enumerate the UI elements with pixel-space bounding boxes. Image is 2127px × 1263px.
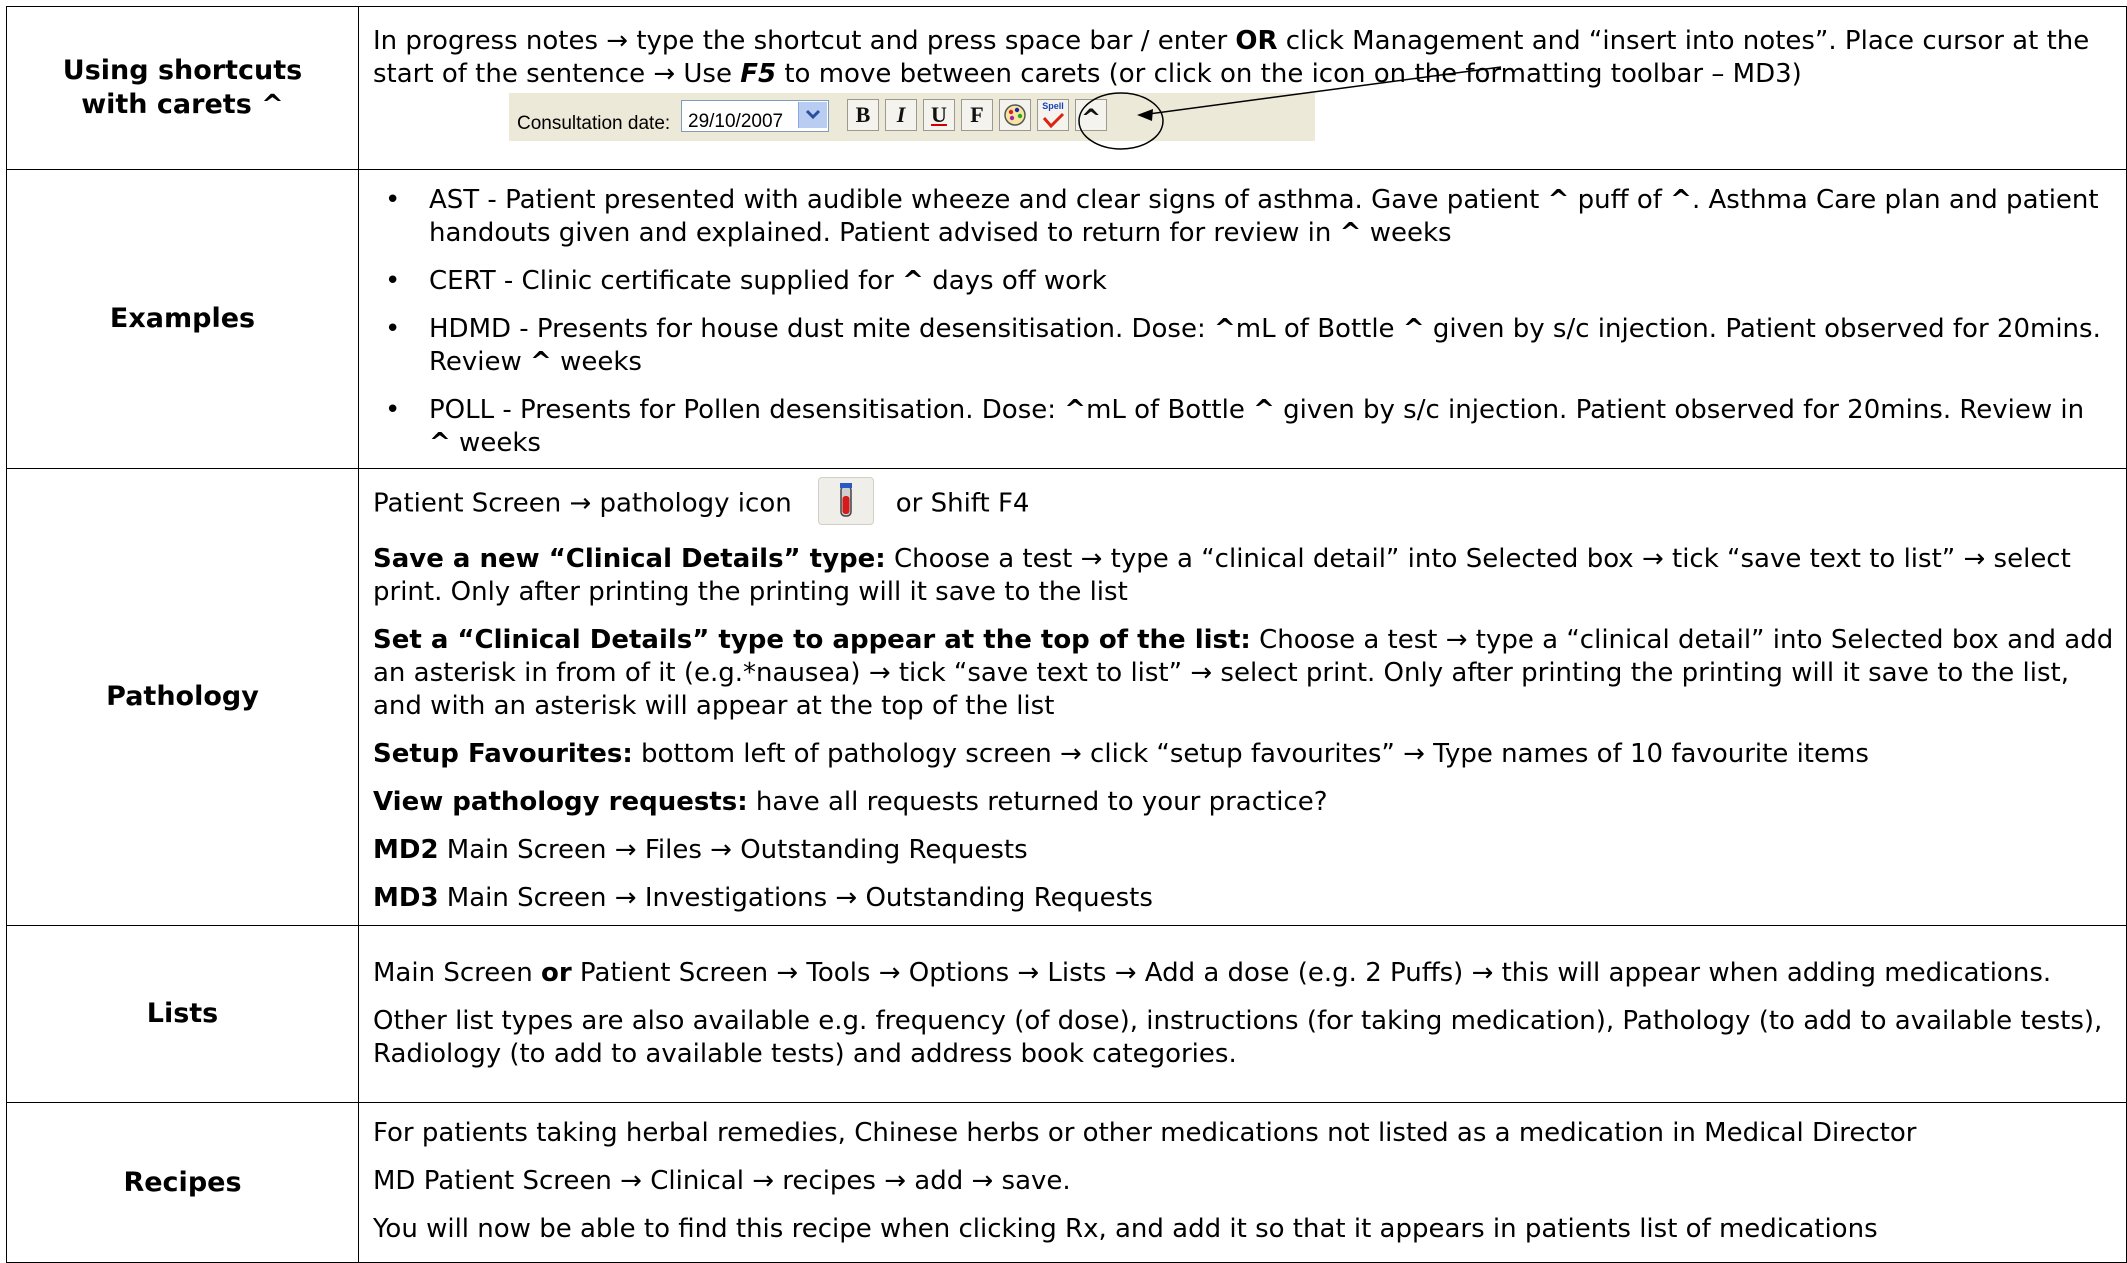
caret-symbol: ^ bbox=[1253, 395, 1275, 425]
label-line1: Using shortcuts bbox=[62, 55, 303, 86]
pathology-md2: MD2 Main Screen → Files → Outstanding Re… bbox=[373, 834, 2114, 867]
caret-symbol: ^ bbox=[530, 347, 552, 377]
pathology-intro: Patient Screen → pathology icon bbox=[373, 488, 792, 518]
example-text: mL of Bottle bbox=[1086, 395, 1254, 425]
caret-symbol: ^ bbox=[902, 266, 924, 296]
paragraph-text: Main Screen → Files → Outstanding Reques… bbox=[438, 834, 1028, 865]
caret-symbol: ^ bbox=[1547, 185, 1570, 215]
caret-symbol: ^ bbox=[1214, 314, 1236, 344]
pathology-shortcut: or Shift F4 bbox=[895, 488, 1030, 518]
caret-symbol: ^ bbox=[1670, 185, 1692, 215]
recipes-paragraph-3: You will now be able to find this recipe… bbox=[373, 1214, 1878, 1244]
example-text: POLL - Presents for Pollen desensitisati… bbox=[429, 395, 1065, 425]
row-recipes: Recipes For patients taking herbal remed… bbox=[6, 1102, 2127, 1263]
example-text: weeks bbox=[1361, 218, 1452, 248]
paragraph-text: Patient Screen → Tools → Options → Lists… bbox=[571, 958, 2052, 988]
carets-text-1: In progress notes → type the shortcut an… bbox=[373, 26, 1236, 56]
pathology-save-clinical-details: Save a new “Clinical Details” type: Choo… bbox=[373, 543, 2114, 609]
pathology-content: Patient Screen → pathology icon or Shift … bbox=[358, 468, 2127, 926]
formatting-toolbar-screenshot: Consultation date: 29/10/2007 B I U F Sp… bbox=[509, 66, 1502, 153]
row-lists: Lists Main Screen or Patient Screen → To… bbox=[6, 925, 2127, 1103]
recipes-paragraph-2: MD Patient Screen → Clinical → recipes →… bbox=[373, 1166, 1071, 1196]
example-text: CERT - Clinic certificate supplied for bbox=[429, 266, 903, 296]
example-text: weeks bbox=[551, 347, 642, 377]
paragraph-text: Main Screen → Investigations → Outstandi… bbox=[438, 882, 1153, 913]
lists-paragraph-1: Main Screen or Patient Screen → Tools → … bbox=[373, 957, 2114, 990]
pathology-md3: MD3 Main Screen → Investigations → Outst… bbox=[373, 882, 2114, 915]
row-label-pathology: Pathology bbox=[6, 468, 359, 926]
pathology-icon bbox=[817, 476, 874, 525]
examples-list: • AST - Patient presented with audible wh… bbox=[373, 184, 2114, 460]
examples-content: • AST - Patient presented with audible wh… bbox=[358, 169, 2127, 469]
row-label-examples: Examples bbox=[6, 169, 359, 469]
caret-symbol: ^ bbox=[429, 428, 451, 458]
heading-bold: View pathology requests: bbox=[373, 786, 748, 817]
callout-arrow bbox=[1078, 66, 1502, 150]
row-examples: Examples • AST - Patient presented with a… bbox=[6, 169, 2127, 469]
caret-symbol: ^ bbox=[1339, 218, 1362, 248]
or-bold: or bbox=[540, 958, 572, 988]
heading-bold: MD3 bbox=[373, 882, 439, 913]
example-text: mL of Bottle bbox=[1235, 314, 1403, 344]
pathology-setup-favourites: Setup Favourites: bottom left of patholo… bbox=[373, 738, 2114, 771]
caret-symbol: ^ bbox=[1064, 395, 1087, 425]
bullet-icon: • bbox=[385, 185, 401, 215]
example-text: given by s/c injection. Patient observed… bbox=[1274, 395, 2085, 425]
row-label-recipes: Recipes bbox=[6, 1102, 359, 1263]
recipes-content: For patients taking herbal remedies, Chi… bbox=[358, 1102, 2127, 1263]
carets-or: OR bbox=[1235, 26, 1278, 56]
bullet-icon: • bbox=[385, 395, 401, 425]
bullet-icon: • bbox=[385, 266, 401, 296]
lists-paragraph-2: Other list types are also available e.g.… bbox=[373, 1006, 2103, 1069]
bullet-icon: • bbox=[385, 314, 401, 344]
caret-symbol: ^ bbox=[1402, 314, 1425, 344]
lists-content: Main Screen or Patient Screen → Tools → … bbox=[358, 925, 2127, 1103]
label-line2: with carets ^ bbox=[81, 89, 284, 120]
row-carets: Using shortcuts with carets ^ In progres… bbox=[6, 6, 2127, 170]
heading-bold: MD2 bbox=[373, 834, 439, 865]
pathology-line-1: Patient Screen → pathology icon or Shift … bbox=[373, 476, 2114, 528]
example-text: puff of bbox=[1569, 185, 1671, 215]
heading-bold: Setup Favourites: bbox=[373, 738, 633, 769]
example-text: weeks bbox=[450, 428, 541, 458]
paragraph-text: Main Screen bbox=[373, 958, 541, 988]
example-text: HDMD - Presents for house dust mite dese… bbox=[429, 314, 1214, 344]
paragraph-text: bottom left of pathology screen → click … bbox=[632, 738, 1869, 769]
heading-bold: Set a “Clinical Details” type to appear … bbox=[373, 624, 1251, 655]
carets-content: In progress notes → type the shortcut an… bbox=[358, 6, 2127, 170]
example-text: AST - Patient presented with audible whe… bbox=[429, 185, 1548, 215]
list-item: • CERT - Clinic certificate supplied for … bbox=[385, 265, 2114, 298]
heading-bold: Save a new “Clinical Details” type: bbox=[373, 543, 886, 574]
row-pathology: Pathology Patient Screen → pathology ico… bbox=[6, 468, 2127, 926]
list-item: • AST - Patient presented with audible wh… bbox=[385, 184, 2114, 250]
example-text: days off work bbox=[923, 266, 1107, 296]
list-item: • POLL - Presents for Pollen desensitisat… bbox=[385, 394, 2114, 460]
list-item: • HDMD - Presents for house dust mite des… bbox=[385, 313, 2114, 379]
paragraph-text: have all requests returned to your pract… bbox=[747, 786, 1328, 817]
row-label-carets: Using shortcuts with carets ^ bbox=[6, 6, 359, 170]
row-label-lists: Lists bbox=[6, 925, 359, 1103]
pathology-set-top-of-list: Set a “Clinical Details” type to appear … bbox=[373, 624, 2114, 723]
reference-table: Using shortcuts with carets ^ In progres… bbox=[6, 6, 2127, 1263]
recipes-paragraph-1: For patients taking herbal remedies, Chi… bbox=[373, 1118, 1917, 1148]
pathology-view-requests: View pathology requests: have all reques… bbox=[373, 786, 2114, 819]
